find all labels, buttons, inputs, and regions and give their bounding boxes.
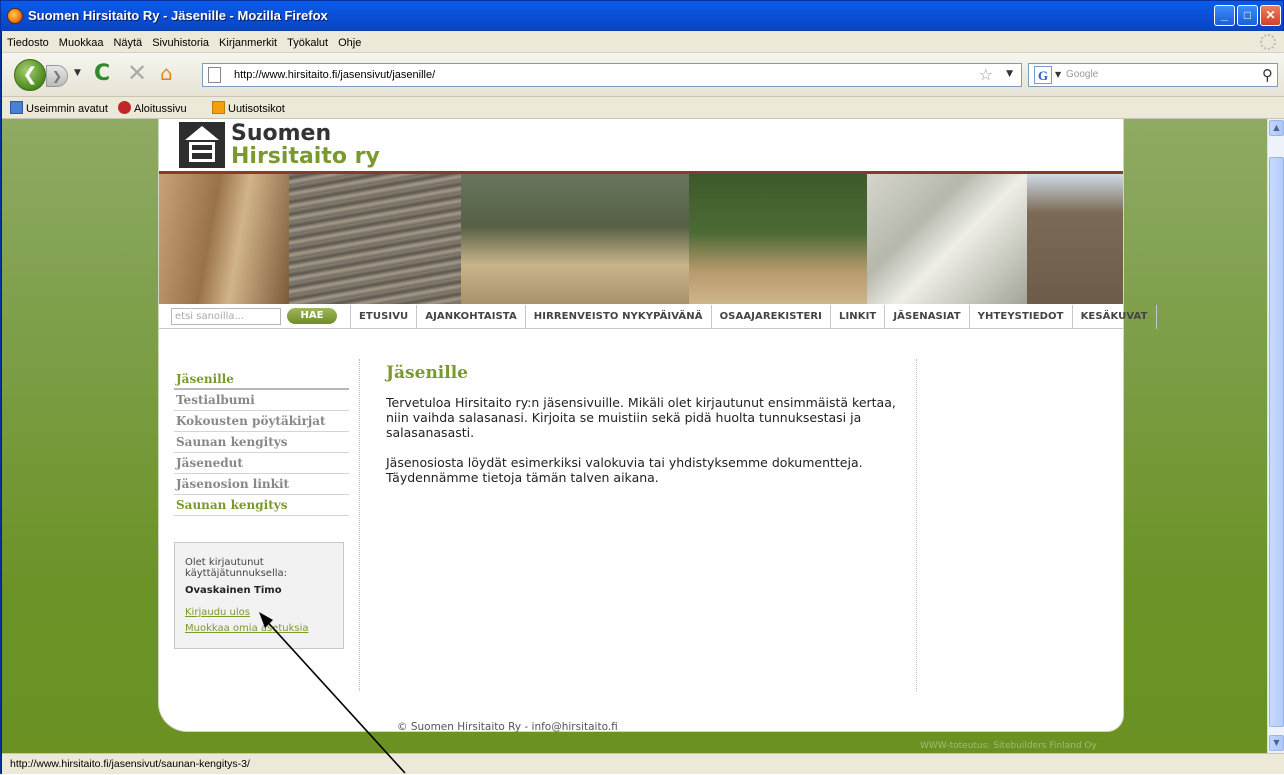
window-title: Suomen Hirsitaito Ry - Jäsenille - Mozil… — [28, 8, 328, 23]
stop-icon[interactable]: ✕ — [127, 59, 147, 87]
status-bar: http://www.hirsitaito.fi/jasensivut/saun… — [2, 753, 1284, 774]
site-footer: © Suomen Hirsitaito Ry - info@hirsitaito… — [397, 721, 618, 733]
site-search-placeholder: etsi sanoilla... — [175, 311, 245, 322]
sidebar-item-saunan-kengitys-hover[interactable]: Saunan kengitys — [174, 495, 349, 516]
logout-link[interactable]: Kirjaudu ulos — [185, 607, 250, 618]
bookmark-star-icon[interactable]: ☆ — [979, 65, 993, 84]
engine-dropdown-icon[interactable]: ▼ — [1055, 70, 1061, 79]
nav-kesakuvat[interactable]: KESÄKUVAT — [1071, 305, 1157, 329]
sidebar-menu: Jäsenille Testialbumi Kokousten pöytäkir… — [174, 369, 349, 516]
nav-etusivu[interactable]: ETUSIVU — [350, 305, 416, 329]
scroll-thumb[interactable] — [1269, 157, 1284, 727]
page-icon — [208, 67, 221, 83]
google-icon[interactable]: G — [1034, 66, 1052, 84]
edit-settings-link[interactable]: Muokkaa omia asetuksia — [185, 623, 309, 634]
info-paragraph: Jäsenosiosta löydät esimerkiksi valokuvi… — [386, 455, 863, 485]
site-search-button[interactable]: HAE — [287, 308, 337, 324]
title-bar[interactable]: Suomen Hirsitaito Ry - Jäsenille - Mozil… — [1, 1, 1283, 31]
sidebar-item-kokousten-poytakirjat[interactable]: Kokousten pöytäkirjat — [174, 411, 349, 432]
menu-file[interactable]: Tiedosto — [2, 33, 54, 49]
menu-history[interactable]: Sivuhistoria — [147, 33, 214, 49]
home-icon[interactable]: ⌂ — [160, 61, 173, 85]
bookmark-most-visited[interactable]: Useimmin avatut — [10, 101, 108, 115]
firefox-start-icon — [118, 101, 131, 114]
navigation-toolbar: ❮ ❯ ▼ C ✕ ⌂ http://www.hirsitaito.fi/jas… — [2, 53, 1284, 97]
sidebar-item-jasenosion-linkit[interactable]: Jäsenosion linkit — [174, 474, 349, 495]
address-bar[interactable]: http://www.hirsitaito.fi/jasensivut/jase… — [202, 63, 1022, 87]
magnifier-icon[interactable]: ⚲ — [1262, 66, 1273, 84]
most-visited-icon — [10, 101, 23, 114]
nav-osaajarekisteri[interactable]: OSAAJAREKISTERI — [710, 305, 830, 329]
close-button[interactable]: ✕ — [1260, 5, 1281, 26]
url-dropdown-icon[interactable]: ▼ — [1006, 69, 1013, 79]
scroll-up-arrow[interactable]: ▲ — [1269, 120, 1284, 136]
bookmark-start-page[interactable]: Aloitussivu — [118, 101, 187, 115]
sidebar-item-testialbumi[interactable]: Testialbumi — [174, 390, 349, 411]
sidebar-item-jasenille[interactable]: Jäsenille — [174, 369, 349, 390]
menu-tools[interactable]: Työkalut — [282, 33, 333, 49]
minimize-button[interactable]: _ — [1214, 5, 1235, 26]
login-info-box: Olet kirjautunut käyttäjätunnuksella: Ov… — [174, 542, 344, 649]
logo-text-line2: Hirsitaito ry — [231, 144, 380, 169]
menu-edit[interactable]: Muokkaa — [54, 33, 109, 49]
menu-bookmarks[interactable]: Kirjanmerkit — [214, 33, 282, 49]
nav-yhteystiedot[interactable]: YHTEYSTIEDOT — [968, 305, 1072, 329]
column-divider-left — [359, 359, 360, 691]
intro-paragraph: Tervetuloa Hirsitaito ry:n jäsensivuille… — [386, 395, 896, 440]
menu-bar: Tiedosto Muokkaa Näytä Sivuhistoria Kirjanme… — [2, 31, 1284, 53]
login-status-text: Olet kirjautunut käyttäjätunnuksella: — [185, 557, 288, 579]
page-title: Jäsenille — [386, 363, 468, 383]
bookmarks-toolbar: Useimmin avatut Aloitussivu Uutisotsikot — [2, 97, 1284, 119]
developer-credit[interactable]: WWW-toteutus: Sitebuilders Finland Oy — [920, 741, 1097, 751]
nav-hirrenveisto[interactable]: HIRRENVEISTO NYKYPÄIVÄNÄ — [524, 305, 711, 329]
scroll-down-arrow[interactable]: ▼ — [1269, 735, 1284, 751]
menu-help[interactable]: Ohje — [333, 33, 366, 49]
nav-jasenasiat[interactable]: JÄSENASIAT — [884, 305, 968, 329]
bookmark-headlines[interactable]: Uutisotsikot — [212, 101, 285, 115]
menu-view[interactable]: Näytä — [108, 33, 147, 49]
history-dropdown-icon[interactable]: ▼ — [74, 68, 81, 78]
search-bar[interactable]: G ▼ Google ⚲ — [1028, 63, 1278, 87]
sidebar-item-jasenedut[interactable]: Jäsenedut — [174, 453, 349, 474]
address-input[interactable]: http://www.hirsitaito.fi/jasensivut/jase… — [234, 69, 435, 81]
site-navigation: etsi sanoilla... HAE ETUSIVU AJANKOHTAIS… — [159, 305, 1157, 329]
firefox-icon — [7, 8, 23, 24]
bookmark-label: Uutisotsikot — [228, 103, 285, 115]
main-menu: ETUSIVU AJANKOHTAISTA HIRRENVEISTO NYKYP… — [350, 305, 1157, 329]
house-logo-icon — [179, 122, 225, 168]
back-arrow-icon[interactable]: ❮ — [14, 59, 46, 91]
throbber-icon — [1260, 34, 1276, 50]
vertical-scrollbar[interactable]: ▲ ▼ — [1267, 119, 1284, 753]
nav-linkit[interactable]: LINKIT — [830, 305, 884, 329]
search-input[interactable]: Google — [1066, 69, 1098, 80]
logo-text-line1: Suomen — [231, 121, 332, 146]
site-search-input[interactable]: etsi sanoilla... — [171, 308, 281, 325]
sidebar-item-saunan-kengitys[interactable]: Saunan kengitys — [174, 432, 349, 453]
maximize-button[interactable]: □ — [1237, 5, 1258, 26]
nav-ajankohtaista[interactable]: AJANKOHTAISTA — [416, 305, 525, 329]
web-content: Suomen Hirsitaito ry etsi sanoilla... HA… — [2, 119, 1267, 753]
browser-window: Suomen Hirsitaito Ry - Jäsenille - Mozil… — [0, 0, 1284, 774]
status-text: http://www.hirsitaito.fi/jasensivut/saun… — [10, 758, 250, 770]
main-content: Jäsenille Tervetuloa Hirsitaito ry:n jäs… — [386, 363, 906, 500]
site-page: Suomen Hirsitaito ry etsi sanoilla... HA… — [159, 119, 1157, 733]
logged-in-user: Ovaskainen Timo — [185, 585, 282, 596]
reload-icon[interactable]: C — [94, 61, 110, 86]
column-divider-right — [916, 359, 917, 691]
rss-feed-icon — [212, 101, 225, 114]
bookmark-label: Aloitussivu — [134, 103, 187, 115]
header-banner-image — [159, 174, 1123, 304]
bookmark-label: Useimmin avatut — [26, 103, 108, 115]
forward-arrow-icon[interactable]: ❯ — [46, 65, 68, 87]
